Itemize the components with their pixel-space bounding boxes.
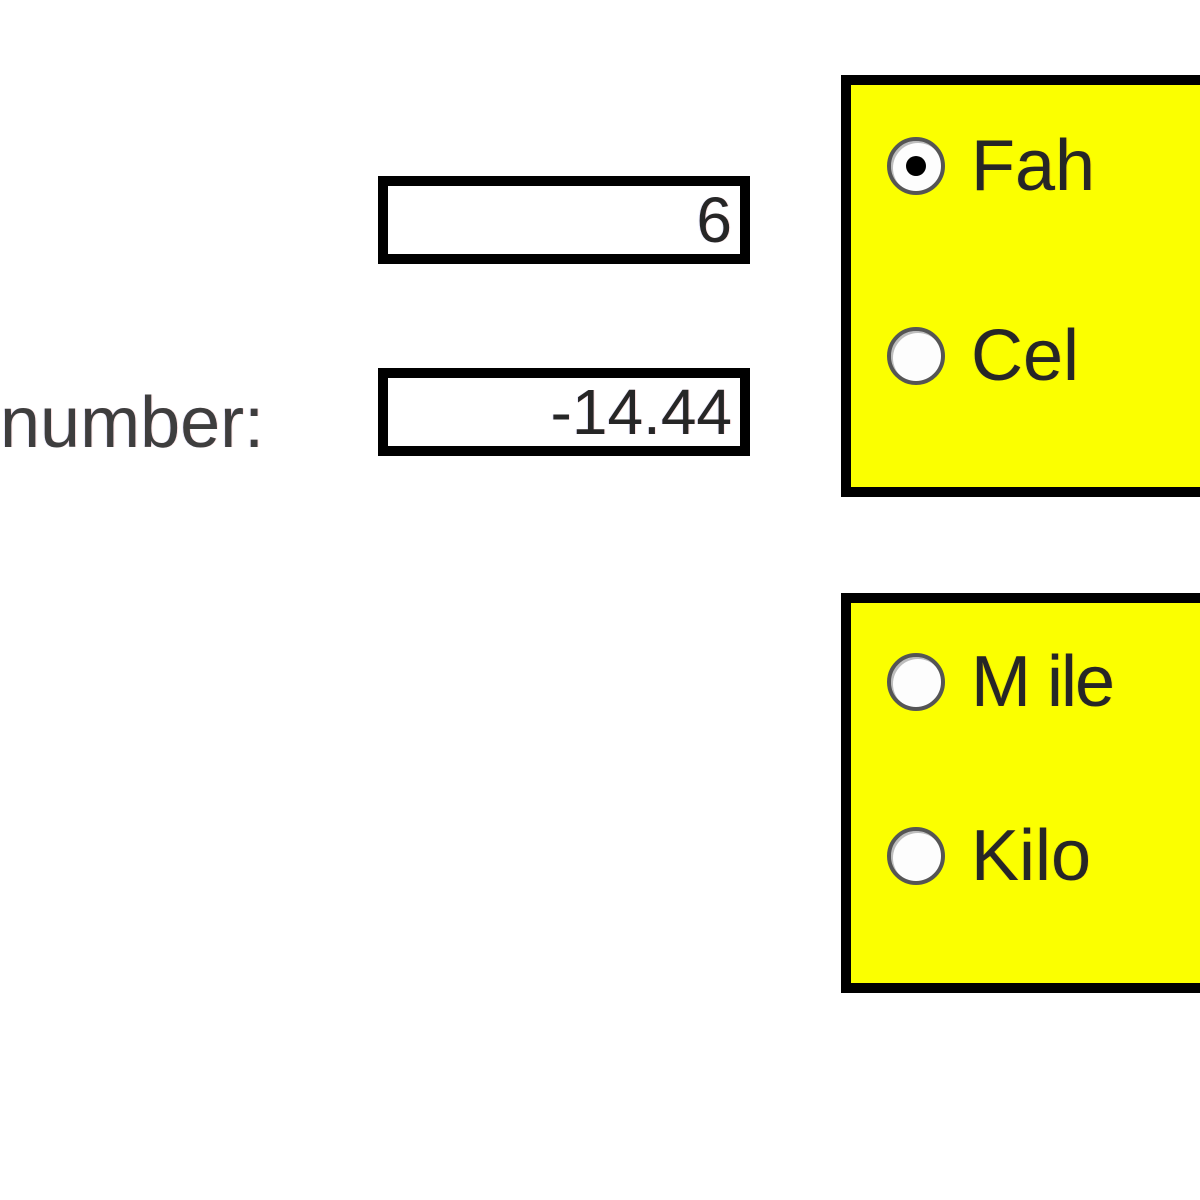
radio-icon	[887, 653, 945, 711]
distance-options-panel: M ile Kilo	[841, 593, 1200, 993]
radio-icon	[887, 137, 945, 195]
radio-icon	[887, 327, 945, 385]
output-number-value: -14.44	[551, 375, 732, 449]
kilometers-label: Kilo	[971, 815, 1091, 897]
temperature-options-panel: Fah Cel	[841, 75, 1200, 497]
kilometers-option[interactable]: Kilo	[887, 815, 1091, 897]
miles-option[interactable]: M ile	[887, 641, 1113, 723]
celsius-label: Cel	[971, 315, 1079, 397]
fahrenheit-option[interactable]: Fah	[887, 125, 1095, 207]
input-number-field[interactable]: 6	[378, 176, 750, 264]
radio-icon	[887, 827, 945, 885]
input-number-value: 6	[696, 183, 732, 257]
fahrenheit-label: Fah	[971, 125, 1095, 207]
output-number-field: -14.44	[378, 368, 750, 456]
number-label: number:	[0, 382, 264, 464]
celsius-option[interactable]: Cel	[887, 315, 1079, 397]
miles-label: M ile	[971, 641, 1113, 723]
